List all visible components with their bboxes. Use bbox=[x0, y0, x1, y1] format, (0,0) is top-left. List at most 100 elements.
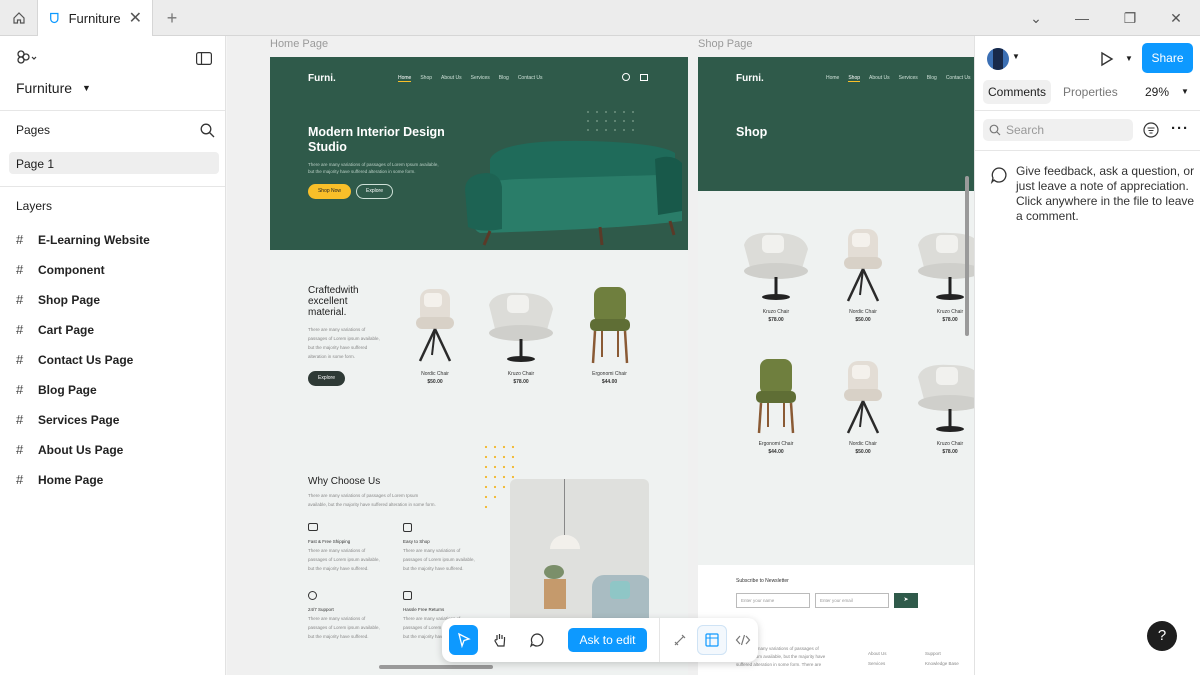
main-menu-icon[interactable] bbox=[16, 50, 38, 70]
product-card[interactable]: Nordic Chair $50.00 bbox=[825, 357, 901, 456]
product-card[interactable]: Ergonomi Chair $44.00 bbox=[738, 357, 814, 456]
right-panel: ▼ ▼ Share Comments Properties 29% ▼ Sear… bbox=[974, 36, 1200, 675]
nav-services[interactable]: Services bbox=[471, 75, 490, 82]
newsletter-email-input[interactable]: Enter your email bbox=[815, 593, 889, 608]
product-name: Kruzo Chair bbox=[507, 371, 535, 377]
product-card[interactable]: Nordic Chair $50.00 bbox=[825, 225, 901, 324]
nav-about[interactable]: About Us bbox=[441, 75, 462, 82]
why-text-line: There are many variations of passages of… bbox=[308, 493, 419, 498]
more-options-icon[interactable]: ··· bbox=[1171, 120, 1189, 137]
chevron-down-icon[interactable]: ▼ bbox=[1012, 52, 1020, 61]
divider bbox=[0, 186, 225, 187]
nav-shop[interactable]: Shop bbox=[848, 75, 861, 82]
shop-now-button[interactable]: Shop Now bbox=[308, 184, 351, 199]
new-tab-button[interactable]: + bbox=[160, 7, 184, 29]
chevron-down-icon[interactable]: ▼ bbox=[1125, 54, 1133, 63]
layer-item[interactable]: # Shop Page bbox=[16, 292, 100, 307]
kruzo-chair-image bbox=[489, 292, 553, 362]
comment-search-field[interactable]: Search bbox=[983, 119, 1133, 141]
layer-item[interactable]: # About Us Page bbox=[16, 442, 123, 457]
minimize-icon[interactable]: — bbox=[1072, 8, 1092, 28]
filter-icon[interactable] bbox=[1143, 122, 1159, 143]
crafted-explore-button[interactable]: Explore bbox=[308, 371, 345, 386]
file-tab[interactable]: Furniture ✕ bbox=[38, 0, 153, 36]
footer-link[interactable]: About Us bbox=[868, 649, 887, 659]
annotate-button[interactable] bbox=[666, 625, 695, 655]
newsletter-name-input[interactable]: Enter your name bbox=[736, 593, 810, 608]
divider bbox=[975, 110, 1200, 111]
kruzo-chair-image bbox=[912, 357, 974, 440]
search-pages-icon[interactable] bbox=[200, 123, 215, 143]
frame-icon: # bbox=[16, 442, 24, 457]
horizontal-scrollbar[interactable] bbox=[379, 665, 493, 669]
play-icon[interactable] bbox=[1100, 51, 1114, 72]
layer-item[interactable]: # Component bbox=[16, 262, 105, 277]
crafted-line: material. bbox=[308, 307, 347, 318]
product-card[interactable]: Ergonomi Chair $44.00 bbox=[582, 285, 637, 386]
page-item[interactable]: Page 1 bbox=[9, 152, 219, 174]
layer-item[interactable]: # E-Learning Website bbox=[16, 232, 150, 247]
comment-tool-button[interactable] bbox=[522, 625, 551, 655]
layer-item[interactable]: # Services Page bbox=[16, 412, 119, 427]
shop-page-frame[interactable]: Furni. Home Shop About Us Services Blog … bbox=[698, 57, 974, 675]
footer-link[interactable]: Knowledge Base bbox=[925, 659, 959, 669]
crafted-line: excellent bbox=[308, 296, 348, 307]
tab-properties[interactable]: Properties bbox=[1063, 80, 1118, 104]
nav-shop[interactable]: Shop bbox=[420, 75, 432, 82]
why-text-line: available, but the majority have suffere… bbox=[308, 502, 436, 507]
explore-button[interactable]: Explore bbox=[356, 184, 393, 199]
chevron-down-icon[interactable]: ▼ bbox=[1181, 87, 1189, 96]
cart-icon bbox=[640, 74, 648, 81]
ask-to-edit-button[interactable]: Ask to edit bbox=[568, 628, 647, 652]
share-button[interactable]: Share bbox=[1142, 43, 1193, 73]
divider bbox=[658, 618, 660, 662]
empty-comments-text: Give feedback, ask a question, or just l… bbox=[1016, 164, 1196, 224]
crafted-text-line: passages of Lorem ipsum available, bbox=[308, 336, 380, 341]
nav-blog[interactable]: Blog bbox=[927, 75, 937, 82]
layer-item[interactable]: # Contact Us Page bbox=[16, 352, 133, 367]
frame-label-home[interactable]: Home Page bbox=[270, 38, 328, 50]
design-canvas[interactable]: Home Page Shop Page Furni. Home Shop Abo… bbox=[227, 36, 974, 675]
nav-blog[interactable]: Blog bbox=[499, 75, 509, 82]
newsletter-send-button[interactable]: ➤ bbox=[894, 593, 918, 608]
avatar[interactable] bbox=[987, 48, 1009, 70]
product-card[interactable]: Kruzo Chair $78.00 bbox=[738, 225, 814, 324]
feature-item: 24/7 Support There are many variations o… bbox=[308, 591, 388, 641]
product-card[interactable]: Kruzo Chair $78.00 bbox=[912, 357, 974, 456]
frame-label-shop[interactable]: Shop Page bbox=[698, 38, 752, 50]
nav-home[interactable]: Home bbox=[398, 75, 412, 82]
tab-comments[interactable]: Comments bbox=[983, 80, 1051, 104]
vertical-scrollbar[interactable] bbox=[965, 176, 969, 336]
nav-contact[interactable]: Contact Us bbox=[946, 75, 971, 82]
footer-link[interactable]: Support bbox=[925, 649, 959, 659]
product-card[interactable]: Nordic Chair $50.00 bbox=[410, 285, 460, 386]
hero-title-line: Modern Interior Design bbox=[308, 125, 445, 139]
why-heading: Why Choose Us bbox=[308, 476, 381, 487]
nav-home[interactable]: Home bbox=[826, 75, 839, 82]
close-tab-icon[interactable]: ✕ bbox=[129, 8, 142, 28]
move-tool-button[interactable] bbox=[449, 625, 479, 655]
file-name-menu[interactable]: Furniture ▼ bbox=[16, 80, 91, 96]
layer-item[interactable]: # Cart Page bbox=[16, 322, 94, 337]
layer-item[interactable]: # Home Page bbox=[16, 472, 103, 487]
product-name: Nordic Chair bbox=[849, 441, 877, 447]
footer-link[interactable]: Services bbox=[868, 659, 887, 669]
layer-label: Contact Us Page bbox=[38, 352, 134, 367]
home-tab[interactable] bbox=[0, 0, 38, 36]
chevron-down-icon[interactable]: ⌄ bbox=[1026, 8, 1046, 28]
nav-about[interactable]: About Us bbox=[869, 75, 890, 82]
dev-mode-button[interactable] bbox=[697, 625, 727, 655]
code-view-button[interactable] bbox=[729, 625, 758, 655]
product-card[interactable]: Kruzo Chair $78.00 bbox=[483, 285, 559, 386]
hand-tool-button[interactable] bbox=[485, 625, 514, 655]
zoom-level[interactable]: 29% bbox=[1145, 80, 1169, 104]
layer-item[interactable]: # Blog Page bbox=[16, 382, 97, 397]
restore-icon[interactable]: ❐ bbox=[1120, 8, 1140, 28]
home-page-frame[interactable]: Furni. Home Shop About Us Services Blog … bbox=[270, 57, 688, 675]
window-close-icon[interactable]: ✕ bbox=[1166, 8, 1186, 28]
nav-services[interactable]: Services bbox=[899, 75, 918, 82]
nav-contact[interactable]: Contact Us bbox=[518, 75, 543, 82]
sidebar-toggle-icon[interactable] bbox=[196, 52, 213, 70]
help-button[interactable]: ? bbox=[1147, 621, 1177, 651]
bag-icon bbox=[403, 523, 412, 532]
